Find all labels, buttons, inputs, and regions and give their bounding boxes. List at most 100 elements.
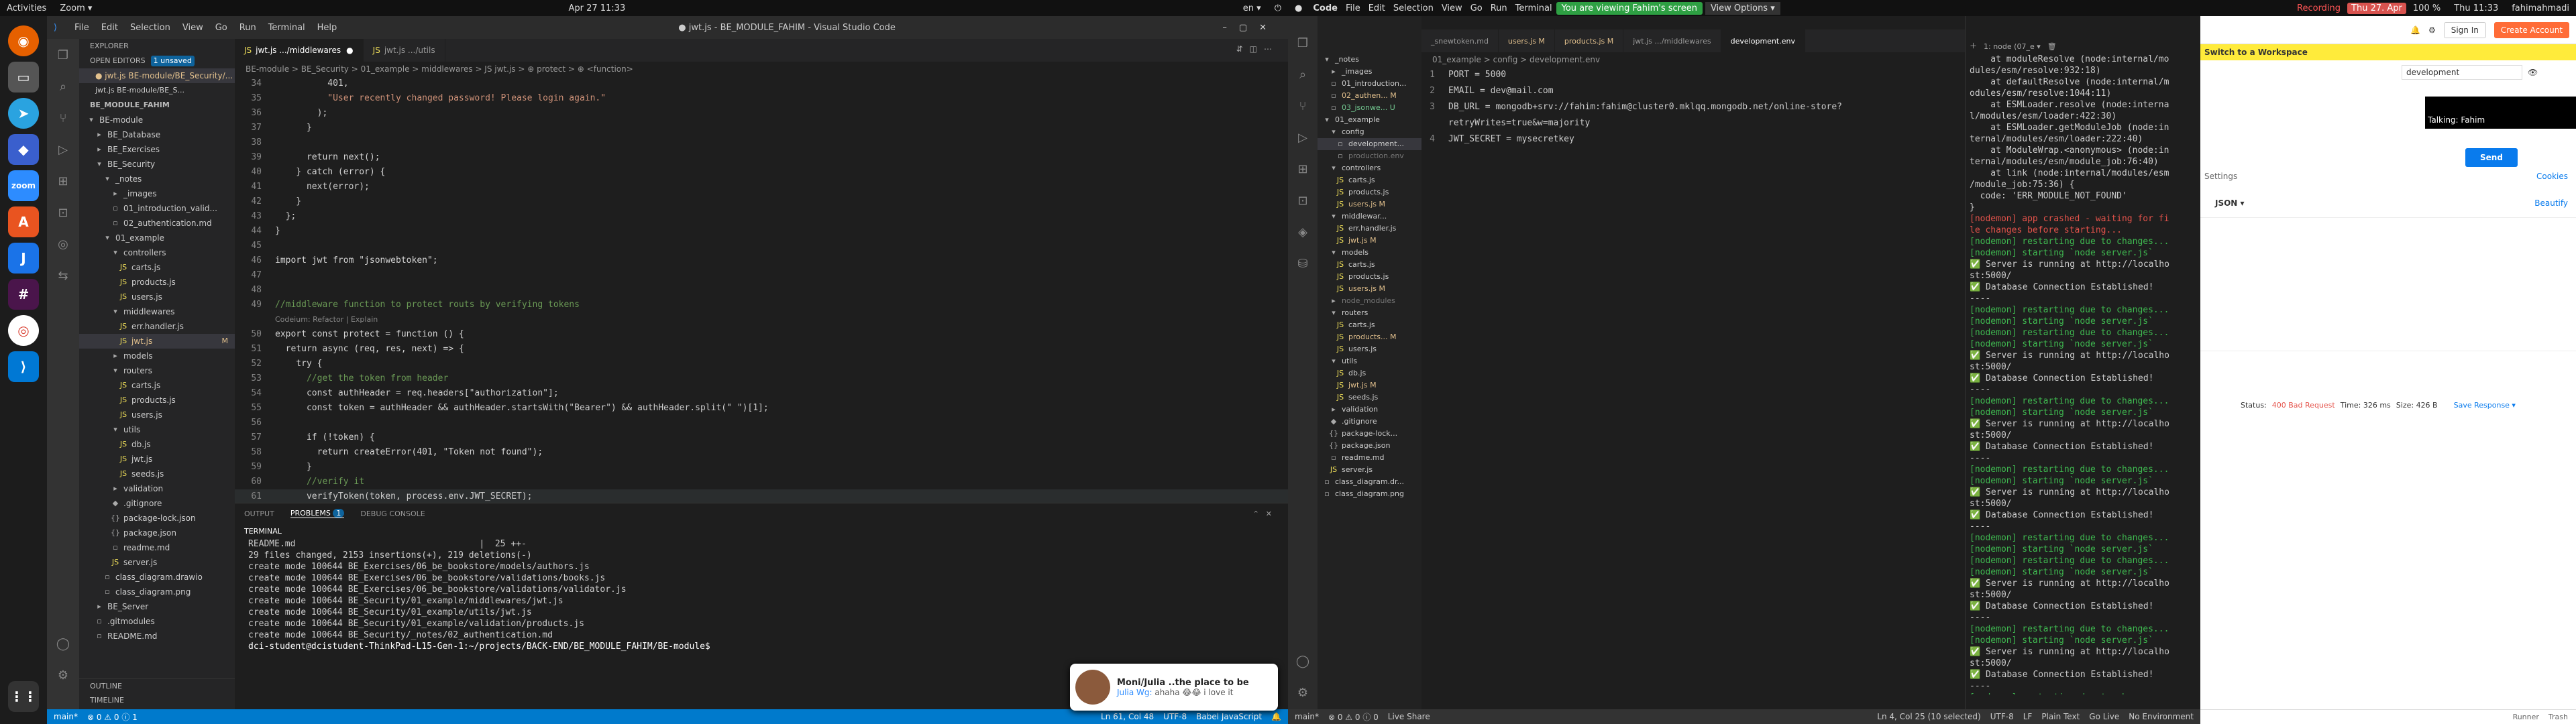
clock-right[interactable]: Thu 11:33 (2447, 3, 2505, 13)
tray-icon[interactable]: ◆ (8, 134, 39, 165)
firefox-icon[interactable]: ◉ (8, 25, 39, 56)
problems-indicator[interactable]: ⊗ 0 ⚠ 0 ⓘ 1 (87, 711, 138, 723)
tab-problems[interactable]: PROBLEMS 1 (290, 509, 345, 518)
tree-item[interactable]: ▾ utils (1318, 355, 1421, 367)
telegram-icon[interactable]: ➤ (8, 98, 39, 129)
request-body-editor[interactable] (2200, 217, 2576, 351)
eye-icon[interactable]: 👁 (2528, 68, 2538, 77)
tree-item[interactable]: ▫ readme.md (1318, 452, 1421, 464)
language-mode[interactable]: Babel JavaScript (1196, 712, 1262, 721)
settings-gear-icon[interactable]: ⚙ (1297, 686, 1308, 700)
tree-item[interactable]: ▾ routers (79, 363, 235, 378)
open-editors-header[interactable]: OPEN EDITORS 1 unsaved (79, 54, 235, 68)
settings-tab[interactable]: Settings (2204, 172, 2237, 181)
menu-view[interactable]: View (176, 23, 209, 33)
language-mode[interactable]: Plain Text (2041, 712, 2080, 721)
terminal-add-icon[interactable]: ＋ (1970, 40, 1977, 51)
run-debug-icon[interactable]: ▷ (58, 143, 68, 157)
eol[interactable]: LF (2023, 712, 2033, 721)
tab-debug-console[interactable]: DEBUG CONSOLE (360, 509, 425, 518)
tree-item[interactable]: ▸ validation (1318, 404, 1421, 416)
files-icon[interactable]: ▭ (8, 62, 39, 93)
tree-item[interactable]: JS db.js (79, 437, 235, 452)
tree-item[interactable]: ▫ README.md (79, 629, 235, 644)
send-button[interactable]: Send (2465, 148, 2518, 167)
docker-icon[interactable]: ◈ (1298, 225, 1307, 239)
gear-icon[interactable]: ⚙ (2428, 25, 2436, 35)
tree-item[interactable]: ▾ controllers (1318, 162, 1421, 174)
editor-tab[interactable]: users.js M (1499, 29, 1555, 52)
tree-item[interactable]: ▾ middlewares (79, 304, 235, 319)
menu-run[interactable]: Run (1487, 3, 1511, 13)
tree-item[interactable]: ▾ controllers (79, 245, 235, 260)
tree-item[interactable]: ▫ development... (1318, 138, 1421, 150)
window-controls[interactable]: –▢✕ (1222, 23, 1288, 33)
explorer-icon[interactable]: ❐ (58, 48, 68, 62)
tree-item[interactable]: ◆ .gitignore (1318, 416, 1421, 428)
workspace-root[interactable]: BE_MODULE_FAHIM (79, 98, 235, 113)
tree-item[interactable]: JS server.js (1318, 464, 1421, 476)
editor-tab[interactable]: jwt.js .../middlewares (1623, 29, 1721, 52)
tree-item[interactable]: ▸ BE_Database (79, 127, 235, 142)
apple-icon[interactable]: ● (1288, 3, 1309, 13)
codeium-icon[interactable]: ◎ (58, 237, 68, 251)
tree-item[interactable]: JS users.js M (1318, 283, 1421, 295)
tree-item[interactable]: ▫ 02_authentication.md (79, 216, 235, 231)
editor-tab[interactable]: development.env (1721, 29, 1805, 52)
tree-item[interactable]: JS users.js M (1318, 198, 1421, 210)
power-icon[interactable]: ⏻ (1268, 3, 1288, 13)
branch-indicator[interactable]: main* (54, 712, 78, 721)
tree-item[interactable]: JS products.js (1318, 271, 1421, 283)
breadcrumb[interactable]: BE-module > BE_Security > 01_example > m… (235, 62, 1288, 76)
source-control-icon[interactable]: ⑂ (1299, 99, 1307, 113)
tab-jwt-utils[interactable]: JS jwt.js .../utils (364, 39, 445, 62)
chat-notification[interactable]: Moni/Julia ..the place to be Julia Wg: a… (1070, 664, 1278, 711)
tree-item[interactable]: JS users.js (79, 290, 235, 304)
tree-item[interactable]: ▾ 01_example (1318, 114, 1421, 126)
live-share[interactable]: Live Share (1388, 712, 1430, 721)
settings-gear-icon[interactable]: ⚙ (58, 668, 68, 682)
tree-item[interactable]: JS jwt.js M (1318, 235, 1421, 247)
extensions-icon[interactable]: ⊞ (1297, 162, 1307, 176)
tree-item[interactable]: ▾ middlewar... (1318, 210, 1421, 223)
tree-item[interactable]: JS err.handler.js (79, 319, 235, 334)
runner-button[interactable]: Runner (2513, 713, 2539, 721)
software-center-icon[interactable]: A (8, 206, 39, 237)
tree-item[interactable]: JS seeds.js (79, 467, 235, 481)
search-icon[interactable]: ⌕ (1299, 68, 1306, 82)
app-menu[interactable]: Zoom ▾ (53, 3, 99, 13)
tree-item[interactable]: JS carts.js (1318, 319, 1421, 331)
tree-item[interactable]: JS products.js (79, 275, 235, 290)
create-account-button[interactable]: Create Account (2493, 21, 2569, 38)
trash-icon[interactable]: 🗑 (2047, 42, 2057, 51)
tab-terminal[interactable]: TERMINAL (244, 527, 282, 536)
tab-output[interactable]: OUTPUT (244, 509, 274, 518)
encoding[interactable]: UTF-8 (1163, 712, 1187, 721)
menu-go[interactable]: Go (1466, 3, 1487, 13)
editor-tab[interactable]: products.js M (1555, 29, 1624, 52)
editor-tab[interactable]: _snewtoken.md (1421, 29, 1499, 52)
slack-icon[interactable]: # (8, 279, 39, 310)
tree-item[interactable]: {} package.json (79, 526, 235, 540)
clock[interactable]: Apr 27 11:33 (561, 3, 632, 13)
tree-item[interactable]: {} package.json (1318, 440, 1421, 452)
tree-item[interactable]: ▾ BE_Security (79, 157, 235, 172)
live-share-icon[interactable]: ⇆ (58, 269, 68, 283)
tree-item[interactable]: ▸ validation (79, 481, 235, 496)
tree-item[interactable]: ▾ utils (79, 422, 235, 437)
tree-item[interactable]: ▫ class_diagram.drawio (79, 570, 235, 585)
tree-item[interactable]: ▫ class_diagram.png (79, 585, 235, 599)
panel-actions[interactable]: ⌃✕ (1253, 509, 1288, 518)
branch-indicator[interactable]: main* (1295, 712, 1319, 721)
tree-item[interactable]: JS server.js (79, 555, 235, 570)
tree-item[interactable]: JS err.handler.js (1318, 223, 1421, 235)
tree-item[interactable]: JS jwt.js M (1318, 379, 1421, 391)
tree-item[interactable]: ▸ BE_Exercises (79, 142, 235, 157)
cursor-position[interactable]: Ln 61, Col 48 (1101, 712, 1154, 721)
tree-item[interactable]: ▸ _images (79, 186, 235, 201)
tree-item[interactable]: ▾ 01_example (79, 231, 235, 245)
editor-actions[interactable]: ⇵◫⋯ (1227, 39, 1288, 62)
cookies-link[interactable]: Cookies (2536, 172, 2568, 181)
menu-run[interactable]: Run (233, 23, 262, 33)
menu-edit[interactable]: Edit (95, 23, 124, 33)
